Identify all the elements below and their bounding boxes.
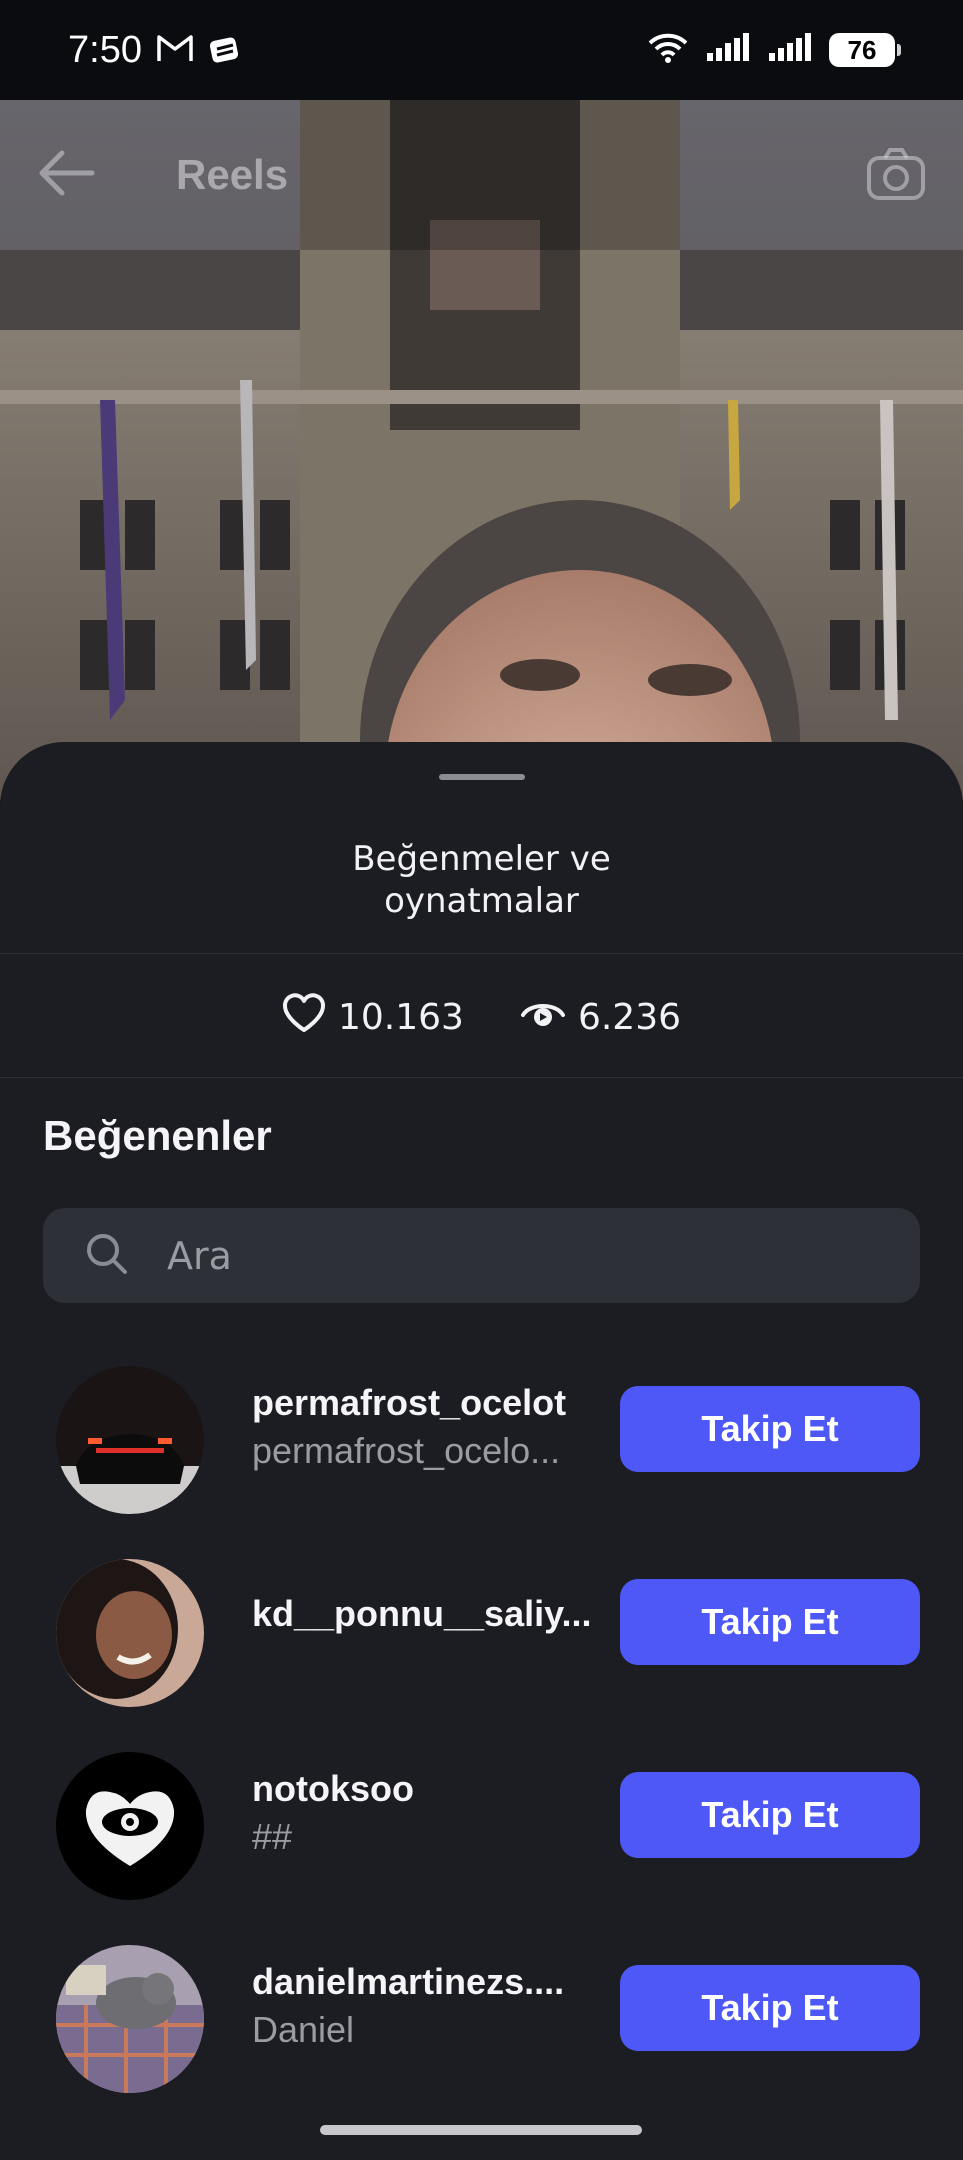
status-left: 7:50: [68, 29, 244, 72]
signal-icon: [705, 33, 751, 67]
avatar[interactable]: [56, 1752, 204, 1900]
sheet-title-line2: oynatmalar: [384, 881, 579, 921]
full-name: Daniel: [252, 2009, 355, 2050]
status-right: 76: [647, 32, 901, 68]
avatar[interactable]: [56, 1559, 204, 1707]
stats-row: 10.163 6.236: [0, 954, 963, 1080]
username[interactable]: notoksoo: [252, 1768, 592, 1810]
wifi-icon: [647, 32, 689, 68]
status-time: 7:50: [68, 28, 142, 71]
follow-button[interactable]: Takip Et: [620, 1386, 920, 1472]
divider: [0, 1077, 963, 1078]
username[interactable]: kd__ponnu__saliy...: [252, 1593, 592, 1635]
search-icon: [85, 1232, 129, 1280]
likes-stat: 10.163: [282, 992, 464, 1042]
list-item[interactable]: notoksoo ## Takip Et: [0, 1716, 963, 1909]
list-item[interactable]: danielmartinezs.... Daniel Takip Et: [0, 1909, 963, 2102]
reels-title: Reels: [176, 151, 289, 198]
likers-heading: Beğenenler: [43, 1112, 272, 1159]
search-placeholder: Ara: [167, 1233, 232, 1278]
user-text: danielmartinezs.... Daniel: [252, 1961, 592, 2051]
play-eye-icon: [520, 995, 566, 1040]
follow-button[interactable]: Takip Et: [620, 1965, 920, 2051]
home-indicator[interactable]: [320, 2125, 642, 2135]
user-text: kd__ponnu__saliy...: [252, 1593, 592, 1635]
plays-count: 6.236: [577, 996, 682, 1038]
list-item[interactable]: permafrost_ocelot permafrost_ocelo... Ta…: [0, 1330, 963, 1523]
avatar[interactable]: [56, 1366, 204, 1514]
reel-header: Reels: [0, 100, 963, 250]
follow-button[interactable]: Takip Et: [620, 1579, 920, 1665]
likes-count: 10.163: [337, 996, 464, 1038]
battery-icon: 76: [829, 33, 901, 67]
search-input[interactable]: Ara: [43, 1208, 920, 1303]
list-item[interactable]: kd__ponnu__saliy... Takip Et: [0, 1523, 963, 1716]
plays-stat: 6.236: [520, 995, 681, 1040]
camera-icon[interactable]: [865, 146, 927, 206]
user-text: notoksoo ##: [252, 1768, 592, 1858]
full-name: permafrost_ocelo...: [252, 1430, 561, 1471]
signal-icon: [767, 33, 813, 67]
user-text: permafrost_ocelot permafrost_ocelo...: [252, 1382, 592, 1472]
full-name: ##: [252, 1816, 293, 1857]
sheet-title: Beğenmeler ve oynatmalar: [0, 838, 963, 922]
app-notification-icon: [208, 31, 244, 69]
sheet-title-line1: Beğenmeler ve: [352, 839, 611, 879]
username[interactable]: permafrost_ocelot: [252, 1382, 592, 1424]
follow-button[interactable]: Takip Et: [620, 1772, 920, 1858]
heart-icon: [282, 992, 326, 1042]
back-arrow-icon[interactable]: [34, 148, 96, 202]
sheet-drag-handle[interactable]: [439, 774, 525, 780]
status-bar: 7:50 76: [0, 0, 963, 100]
gmail-icon: [156, 33, 194, 67]
username[interactable]: danielmartinezs....: [252, 1961, 592, 2003]
avatar[interactable]: [56, 1945, 204, 2093]
